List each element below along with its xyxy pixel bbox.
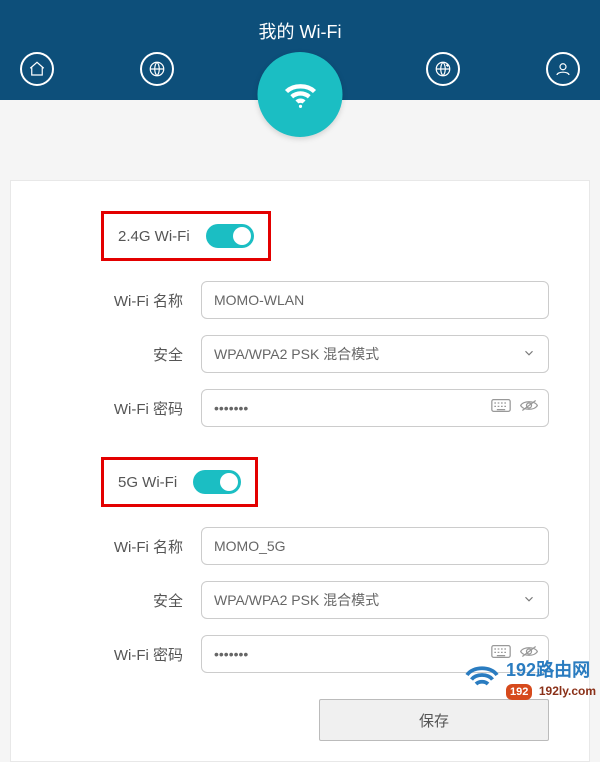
annotation-highlight: 5G Wi-Fi bbox=[101, 457, 258, 507]
wifi5-security-row: 安全 WPA/WPA2 PSK 混合模式 bbox=[51, 581, 549, 619]
wifi5-password-row: Wi-Fi 密码 bbox=[51, 635, 549, 673]
eye-off-icon[interactable] bbox=[519, 398, 539, 419]
save-button[interactable]: 保存 bbox=[319, 699, 549, 741]
header: 我的 Wi-Fi bbox=[0, 0, 600, 100]
wifi24-name-row: Wi-Fi 名称 bbox=[51, 281, 549, 319]
wifi5-security-select[interactable]: WPA/WPA2 PSK 混合模式 bbox=[201, 581, 549, 619]
wifi24-security-value: WPA/WPA2 PSK 混合模式 bbox=[214, 344, 379, 364]
chevron-down-icon bbox=[522, 592, 536, 609]
wifi24-password-label: Wi-Fi 密码 bbox=[51, 398, 201, 419]
wifi24-security-label: 安全 bbox=[51, 344, 201, 365]
chevron-down-icon bbox=[522, 346, 536, 363]
keyboard-icon[interactable] bbox=[491, 399, 511, 418]
main-panel: 2.4G Wi-Fi Wi-Fi 名称 安全 WPA/WPA2 PSK 混合模式… bbox=[10, 180, 590, 762]
wifi24-password-row: Wi-Fi 密码 bbox=[51, 389, 549, 427]
wifi5-name-label: Wi-Fi 名称 bbox=[51, 536, 201, 557]
wifi24-name-label: Wi-Fi 名称 bbox=[51, 290, 201, 311]
wifi24-label: 2.4G Wi-Fi bbox=[118, 228, 190, 245]
wifi5-password-label: Wi-Fi 密码 bbox=[51, 644, 201, 665]
annotation-highlight: 2.4G Wi-Fi bbox=[101, 211, 271, 261]
wifi5-name-row: Wi-Fi 名称 bbox=[51, 527, 549, 565]
wifi5-toggle[interactable] bbox=[193, 470, 241, 494]
wifi5-name-input[interactable] bbox=[201, 527, 549, 565]
home-icon[interactable] bbox=[20, 52, 54, 86]
globe-icon[interactable] bbox=[140, 52, 174, 86]
save-row: 保存 bbox=[51, 699, 549, 741]
wifi5-security-label: 安全 bbox=[51, 590, 201, 611]
wifi-center-icon[interactable] bbox=[258, 52, 343, 137]
keyboard-icon[interactable] bbox=[491, 645, 511, 664]
wifi24-security-select[interactable]: WPA/WPA2 PSK 混合模式 bbox=[201, 335, 549, 373]
wifi5-password-icons bbox=[491, 644, 539, 665]
wifi24-security-row: 安全 WPA/WPA2 PSK 混合模式 bbox=[51, 335, 549, 373]
page-title: 我的 Wi-Fi bbox=[0, 0, 600, 44]
user-icon[interactable] bbox=[546, 52, 580, 86]
network-icon[interactable] bbox=[426, 52, 460, 86]
eye-off-icon[interactable] bbox=[519, 644, 539, 665]
wifi24-password-icons bbox=[491, 398, 539, 419]
wifi24-name-input[interactable] bbox=[201, 281, 549, 319]
wifi5-label: 5G Wi-Fi bbox=[118, 474, 177, 491]
wifi5-header: 5G Wi-Fi bbox=[101, 457, 549, 507]
wifi24-toggle[interactable] bbox=[206, 224, 254, 248]
wifi5-security-value: WPA/WPA2 PSK 混合模式 bbox=[214, 590, 379, 610]
wifi24-header: 2.4G Wi-Fi bbox=[101, 211, 549, 261]
